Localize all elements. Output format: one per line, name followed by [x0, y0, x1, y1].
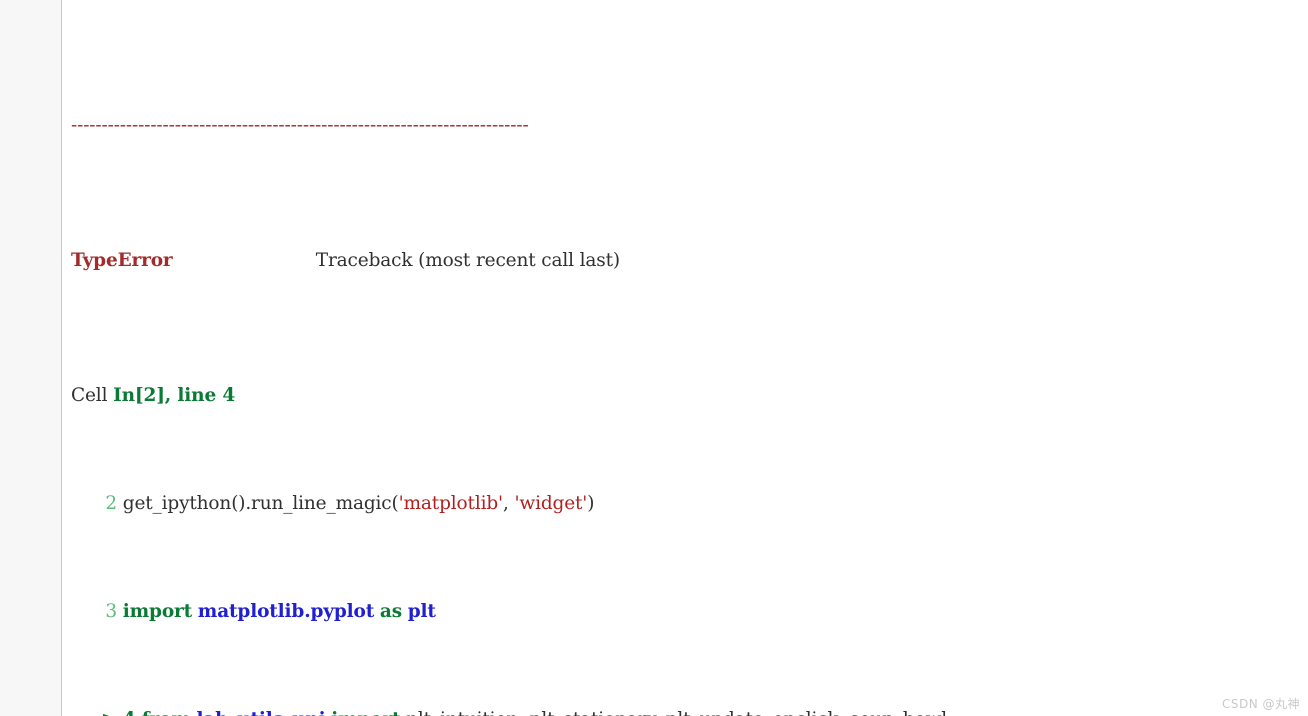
error-arrow: ----> [71, 709, 123, 716]
code-text: ) [587, 493, 594, 514]
code-text: , [503, 493, 514, 514]
exception-header-line: TypeError Traceback (most recent call la… [71, 247, 1308, 274]
line-number: 2 [71, 493, 123, 514]
keyword-as: as [380, 601, 402, 622]
keyword-import: import [123, 601, 192, 622]
line-number: 3 [71, 601, 123, 622]
traceback-header-spacer [173, 250, 316, 271]
frame-location-cell[interactable]: Cell In[2], line 4 [71, 382, 1308, 409]
module-name: lab_utils_uni [197, 709, 326, 716]
traceback-output: ----------------------------------------… [63, 0, 1308, 716]
string-literal: 'matplotlib' [399, 493, 503, 514]
exception-name: TypeError [71, 250, 173, 271]
notebook-output-gutter [0, 0, 62, 716]
imported-names: plt_intuition, plt_stationary, plt_updat… [400, 709, 947, 716]
alias-name: plt [408, 601, 436, 622]
traceback-header-text: Traceback (most recent call last) [316, 250, 620, 271]
code-text: get_ipython().run_line_magic( [123, 493, 399, 514]
screenshot-root: ----------------------------------------… [0, 0, 1308, 716]
code-line: 2 get_ipython().run_line_magic('matplotl… [71, 490, 1308, 517]
frame-location-path: In[2], line 4 [113, 385, 235, 406]
code-line-hit: ----> 4 from lab_utils_uni import plt_in… [71, 706, 1308, 716]
frame-location-label: Cell [71, 385, 107, 406]
traceback-separator-top: ----------------------------------------… [71, 112, 1308, 139]
keyword-import: import [331, 709, 400, 716]
csdn-watermark: CSDN @丸神 [1222, 695, 1300, 712]
string-literal: 'widget' [514, 493, 587, 514]
line-number: 4 [123, 709, 142, 716]
code-line: 3 import matplotlib.pyplot as plt [71, 598, 1308, 625]
keyword-from: from [142, 709, 191, 716]
module-name: matplotlib.pyplot [198, 601, 374, 622]
